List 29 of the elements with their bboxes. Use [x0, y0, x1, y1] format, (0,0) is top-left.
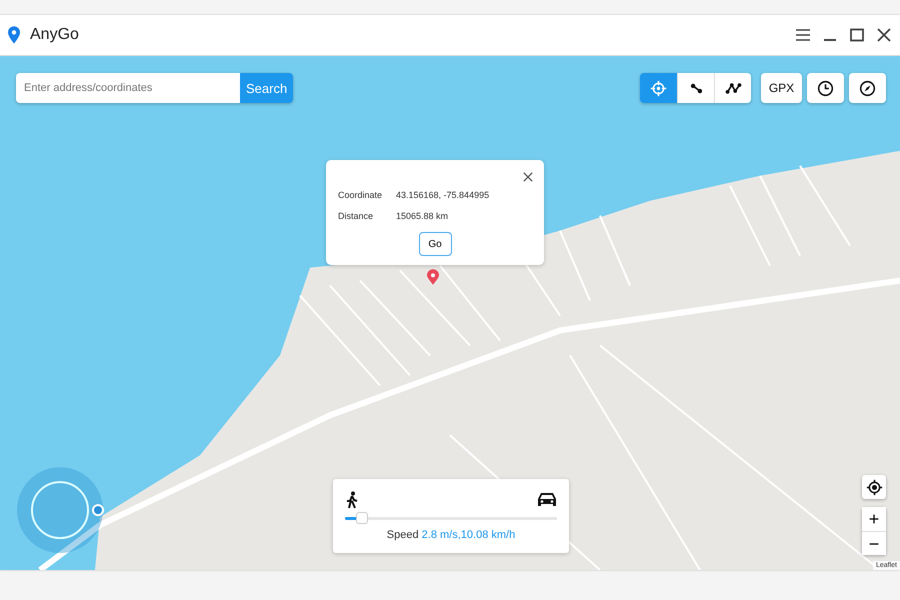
menu-icon[interactable] [795, 28, 811, 42]
speed-value: 2.8 m/s,10.08 km/h [422, 529, 516, 541]
close-icon[interactable] [876, 28, 892, 42]
gpx-button[interactable]: GPX [761, 73, 802, 103]
compass-button[interactable] [849, 73, 886, 103]
compass-icon [859, 80, 876, 96]
locate-button[interactable] [862, 475, 886, 499]
car-icon [537, 491, 557, 507]
field-value: 15065.88 km [396, 211, 448, 221]
walking-person-icon [345, 491, 359, 509]
clock-icon [817, 80, 834, 96]
go-button[interactable]: Go [418, 232, 452, 256]
close-icon[interactable] [523, 172, 533, 182]
field-value: 43.156168, -75.844995 [396, 190, 490, 200]
crosshair-icon [650, 80, 667, 96]
locate-icon [866, 478, 882, 496]
history-button[interactable] [807, 73, 844, 103]
multi-spot-mode-button[interactable] [714, 73, 751, 103]
field-label: Distance [338, 211, 374, 221]
speed-label: Speed [386, 529, 419, 541]
location-pin-icon [8, 26, 20, 44]
field-label: Coordinate [338, 190, 384, 200]
zoom-in-button[interactable]: + [862, 507, 886, 531]
maximize-icon[interactable] [849, 28, 865, 42]
map-pin-icon [427, 269, 439, 285]
two-spot-mode-button[interactable] [677, 73, 714, 103]
window-title: AnyGo [30, 26, 79, 44]
search-field[interactable]: Enter address/coordinates [16, 73, 240, 103]
zoom-out-button[interactable]: − [862, 531, 886, 555]
